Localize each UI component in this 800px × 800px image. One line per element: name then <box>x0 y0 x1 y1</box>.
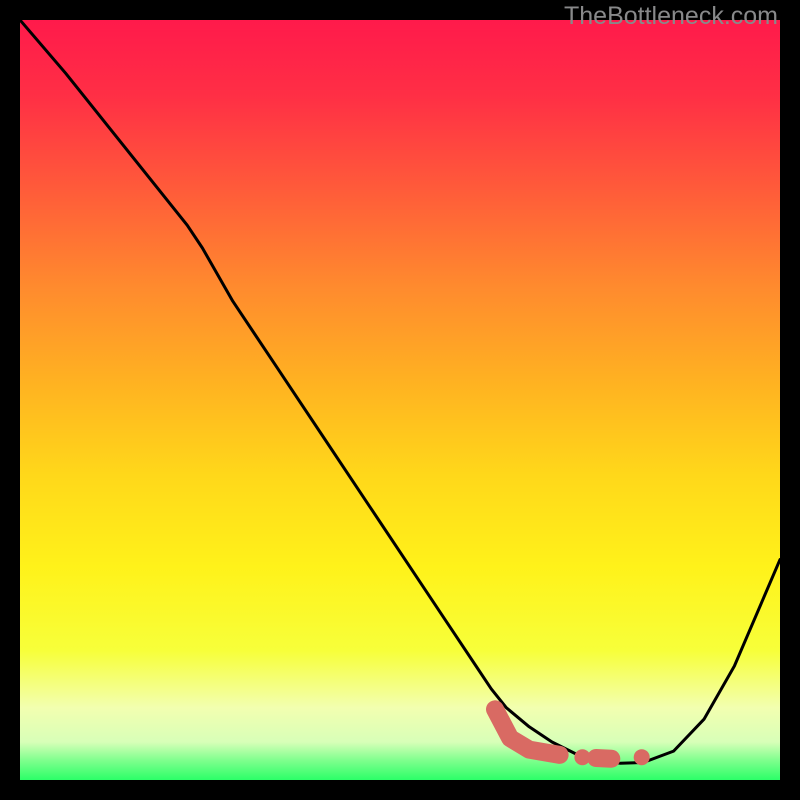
gradient-background <box>20 20 780 780</box>
chart-frame: TheBottleneck.com <box>0 0 800 800</box>
marker-dash-c <box>596 758 611 759</box>
plot-svg <box>20 20 780 780</box>
marker-dot-d <box>634 749 650 765</box>
plot-area <box>20 20 780 780</box>
